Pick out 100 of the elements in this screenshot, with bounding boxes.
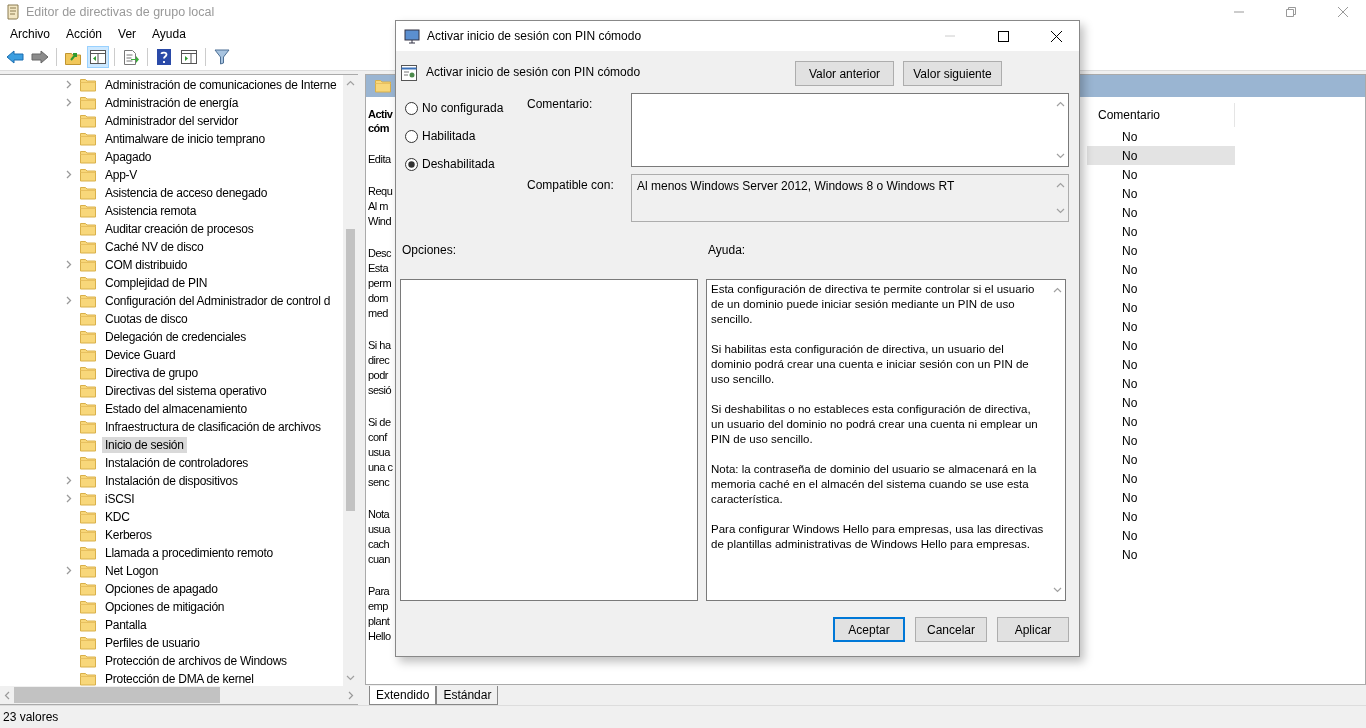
scroll-up-icon[interactable] — [346, 80, 355, 86]
table-cell[interactable]: No — [1087, 146, 1235, 165]
folder-icon — [80, 276, 96, 290]
tree-item[interactable]: KDC — [102, 509, 133, 525]
folder-icon — [80, 348, 96, 362]
tree-item[interactable]: Instalación de dispositivos — [102, 473, 241, 489]
table-cell[interactable]: No — [1087, 203, 1235, 222]
description-text: usua — [368, 522, 390, 537]
radio-option[interactable]: No configurada — [405, 100, 521, 116]
scroll-down-icon[interactable] — [1056, 208, 1065, 214]
scroll-left-icon[interactable] — [4, 690, 10, 700]
table-cell[interactable]: No — [1087, 469, 1235, 488]
folder-icon — [80, 564, 96, 578]
table-cell[interactable]: No — [1087, 355, 1235, 374]
scroll-down-icon[interactable] — [1056, 153, 1065, 159]
tree-item[interactable]: Device Guard — [102, 347, 179, 363]
table-cell[interactable]: No — [1087, 317, 1235, 336]
description-text: Wind — [368, 214, 392, 229]
description-text: senc — [368, 475, 390, 490]
tree-item[interactable]: Protección de archivos de Windows — [102, 653, 290, 669]
table-cell[interactable]: No — [1087, 431, 1235, 450]
maximize-icon[interactable] — [997, 30, 1009, 42]
tree-item[interactable]: Cuotas de disco — [102, 311, 191, 327]
tree-item[interactable]: Pantalla — [102, 617, 150, 633]
table-cell[interactable]: No — [1087, 526, 1235, 545]
dialog-button[interactable]: Cancelar — [915, 617, 987, 642]
radio-icon[interactable] — [405, 101, 418, 115]
scroll-down-icon[interactable] — [1053, 587, 1062, 593]
tree-item[interactable]: Llamada a procedimiento remoto — [102, 545, 276, 561]
tree-item[interactable]: Inicio de sesión — [102, 437, 187, 453]
tree-item[interactable]: Administrador del servidor — [102, 113, 241, 129]
tree-item[interactable]: Caché NV de disco — [102, 239, 207, 255]
tree-item[interactable]: Directivas del sistema operativo — [102, 383, 270, 399]
table-cell[interactable]: No — [1087, 450, 1235, 469]
column-header[interactable]: Comentario — [1087, 103, 1235, 127]
table-cell[interactable]: No — [1087, 393, 1235, 412]
tree-item[interactable]: Configuración del Administrador de control d — [102, 293, 334, 309]
table-cell[interactable]: No — [1087, 279, 1235, 298]
tree-item[interactable]: Asistencia de acceso denegado — [102, 185, 271, 201]
radio-option[interactable]: Deshabilitada — [405, 156, 521, 172]
dialog-button[interactable]: Aplicar — [997, 617, 1069, 642]
tree-item[interactable]: Estado del almacenamiento — [102, 401, 250, 417]
tree-item[interactable]: iSCSI — [102, 491, 138, 507]
table-cell[interactable]: No — [1087, 298, 1235, 317]
nav-button[interactable]: Valor siguiente — [903, 61, 1002, 86]
comment-field[interactable] — [631, 93, 1069, 167]
menu-item[interactable]: Ayuda — [144, 27, 194, 41]
scroll-up-icon[interactable] — [1056, 101, 1065, 107]
radio-icon[interactable] — [405, 157, 418, 171]
tree-item[interactable]: App-V — [102, 167, 141, 183]
tree-item[interactable]: Opciones de mitigación — [102, 599, 228, 615]
scroll-up-icon[interactable] — [1056, 182, 1065, 188]
tree-item[interactable]: Administración de energía — [102, 95, 242, 111]
table-cell[interactable]: No — [1087, 545, 1235, 564]
tree-item[interactable]: Perfiles de usuario — [102, 635, 203, 651]
restore-icon[interactable] — [1286, 7, 1296, 17]
tree-item[interactable]: Opciones de apagado — [102, 581, 221, 597]
tree-item[interactable]: Protección de DMA de kernel — [102, 671, 257, 686]
table-cell[interactable]: No — [1087, 412, 1235, 431]
table-cell[interactable]: No — [1087, 374, 1235, 393]
radio-option[interactable]: Habilitada — [405, 128, 521, 144]
nav-button[interactable]: Valor anterior — [795, 61, 894, 86]
menu-item[interactable]: Archivo — [2, 27, 58, 41]
tree-item[interactable]: COM distribuido — [102, 257, 191, 273]
table-cell[interactable]: No — [1087, 507, 1235, 526]
tree-item[interactable]: Instalación de controladores — [102, 455, 252, 471]
tree-item[interactable]: Antimalware de inicio temprano — [102, 131, 268, 147]
radio-icon[interactable] — [405, 129, 418, 143]
tree-item[interactable]: Directiva de grupo — [102, 365, 201, 381]
horizontal-scrollbar[interactable] — [0, 686, 358, 704]
tree-item[interactable]: Administración de comunicaciones de Interne — [102, 77, 340, 93]
scroll-down-icon[interactable] — [346, 675, 355, 681]
tree-item[interactable]: Auditar creación de procesos — [102, 221, 257, 237]
menu-item[interactable]: Ver — [110, 27, 145, 41]
table-cell[interactable]: No — [1087, 184, 1235, 203]
table-cell[interactable]: No — [1087, 222, 1235, 241]
tree-item[interactable]: Complejidad de PIN — [102, 275, 211, 291]
table-cell[interactable]: No — [1087, 241, 1235, 260]
tree-item[interactable]: Apagado — [102, 149, 155, 165]
close-icon[interactable] — [1050, 30, 1062, 42]
tab[interactable]: Extendido — [369, 686, 437, 705]
table-cell[interactable]: No — [1087, 260, 1235, 279]
tree-toggle-button[interactable] — [87, 46, 109, 68]
table-cell[interactable]: No — [1087, 165, 1235, 184]
scroll-right-icon[interactable] — [348, 690, 354, 700]
tree-item[interactable]: Delegación de credenciales — [102, 329, 249, 345]
tab[interactable]: Estándar — [436, 686, 499, 705]
table-cell[interactable]: No — [1087, 336, 1235, 355]
menu-item[interactable]: Acción — [58, 27, 111, 41]
window-title: Editor de directivas de grupo local — [26, 5, 216, 19]
tree-item[interactable]: Net Logon — [102, 563, 162, 579]
description-text: Esta — [368, 261, 388, 276]
dialog-button[interactable]: Aceptar — [833, 617, 905, 642]
tree-item[interactable]: Asistencia remota — [102, 203, 200, 219]
table-cell[interactable]: No — [1087, 488, 1235, 507]
tree-item[interactable]: Kerberos — [102, 527, 155, 543]
scroll-up-icon[interactable] — [1053, 287, 1062, 293]
table-cell[interactable]: No — [1087, 127, 1235, 146]
tree-item[interactable]: Infraestructura de clasificación de archivos — [102, 419, 324, 435]
filter-icon[interactable] — [211, 46, 233, 68]
